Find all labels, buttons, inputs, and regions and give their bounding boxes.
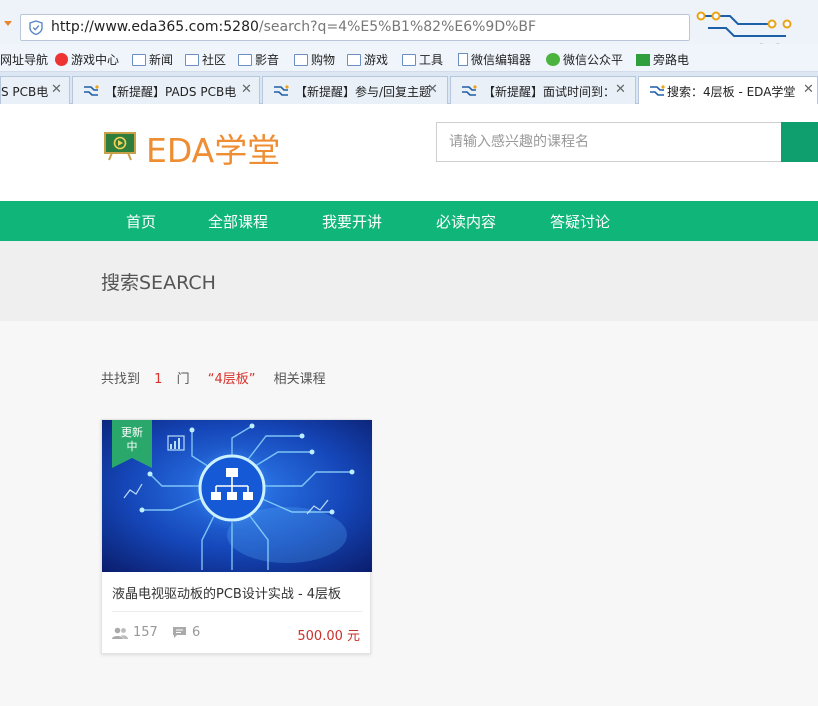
bookmark-label: 网址导航 xyxy=(0,53,49,67)
close-icon[interactable]: ✕ xyxy=(51,82,62,97)
bookmark-wechat-platform[interactable]: 微信公众平 xyxy=(546,51,623,68)
tab-label: 【新提醒】面试时间到： xyxy=(483,85,616,99)
result-unit: 门 xyxy=(176,372,190,387)
bookmark-community[interactable]: 社区 xyxy=(185,51,226,68)
close-icon[interactable]: ✕ xyxy=(803,82,814,97)
users-icon xyxy=(112,627,128,639)
card-divider xyxy=(112,611,362,612)
course-search-input[interactable] xyxy=(436,122,782,162)
nav-item-home[interactable]: 首页 xyxy=(126,211,156,232)
close-icon[interactable]: ✕ xyxy=(241,82,252,97)
game-center-icon xyxy=(55,53,68,66)
bookmark-label: 新闻 xyxy=(149,53,174,67)
search-results: 共找到 1 门 “4层板” 相关课程 更新 中 液晶电视驱动板的PCB设计实战 … xyxy=(0,321,818,706)
course-title[interactable]: 液晶电视驱动板的PCB设计实战 - 4层板 xyxy=(112,583,341,602)
url-text: http://www.eda365.com:5280/search?q=4%E5… xyxy=(51,19,536,35)
students-count: 157 xyxy=(112,625,158,640)
bookmark-nav[interactable]: 网址导航 xyxy=(0,51,48,68)
document-icon xyxy=(458,53,468,66)
folder-icon xyxy=(238,53,252,66)
eda-favicon-icon xyxy=(84,85,99,96)
bookmark-label: 购物 xyxy=(311,53,336,67)
course-price: 500.00 元 xyxy=(297,629,360,644)
blackboard-logo-icon[interactable] xyxy=(104,131,136,161)
tab-interview[interactable]: 【新提醒】面试时间到： ✕ xyxy=(450,76,636,104)
folder-icon xyxy=(294,53,308,66)
tab-search-active[interactable]: 搜索：4层板 - EDA学堂 ✕ xyxy=(638,76,818,105)
page-title: 搜索SEARCH xyxy=(101,272,216,294)
search-button[interactable] xyxy=(781,122,818,162)
tab-participate[interactable]: 【新提醒】参与/回复主题 ✕ xyxy=(262,76,448,104)
comments-value: 6 xyxy=(192,625,201,640)
url-host: http://www.eda365.com:5280 xyxy=(51,19,259,35)
wechat-icon xyxy=(546,53,560,66)
eda-favicon-icon xyxy=(274,85,289,96)
update-badge: 更新中 xyxy=(121,426,143,453)
tab-label: 【新提醒】参与/回复主题 xyxy=(295,85,432,99)
bookmark-label: 微信公众平 xyxy=(563,53,624,67)
folder-icon xyxy=(347,53,361,66)
bookmark-label: 游戏 xyxy=(364,53,389,67)
folder-icon xyxy=(402,53,416,66)
bookmark-bypass[interactable]: 旁路电 xyxy=(636,51,689,68)
bookmark-media[interactable]: 影音 xyxy=(238,51,279,68)
result-query: “4层板” xyxy=(207,372,256,387)
tab-label: 【新提醒】PADS PCB电 xyxy=(105,85,237,99)
shield-icon xyxy=(29,20,43,35)
url-path: /search?q=4%E5%B1%82%E6%9D%BF xyxy=(258,19,537,35)
nav-item-teach[interactable]: 我要开讲 xyxy=(322,211,382,232)
bookmark-label: 旁路电 xyxy=(653,53,690,67)
url-field[interactable]: http://www.eda365.com:5280/search?q=4%E5… xyxy=(20,14,690,41)
result-count: 1 xyxy=(154,372,163,387)
close-icon[interactable]: ✕ xyxy=(615,82,626,97)
eda-favicon-icon xyxy=(462,85,477,96)
bookmark-label: 工具 xyxy=(419,53,444,67)
tab-label: S PCB电 xyxy=(1,85,49,99)
eda-favicon-icon xyxy=(650,85,665,96)
folder-icon xyxy=(132,53,146,66)
comment-icon xyxy=(173,627,186,638)
bookmark-tools[interactable]: 工具 xyxy=(402,51,443,68)
comments-count: 6 xyxy=(172,625,200,640)
bookmark-label: 游戏中心 xyxy=(71,53,120,67)
search-banner: 搜索SEARCH xyxy=(0,241,818,321)
green-square-icon xyxy=(636,53,650,66)
site-logo-text[interactable]: EDA学堂 xyxy=(146,124,280,172)
tab-label: 搜索：4层板 - EDA学堂 xyxy=(667,85,796,99)
result-prefix: 共找到 xyxy=(101,372,141,387)
bookmark-label: 社区 xyxy=(202,53,227,67)
nav-item-must-read[interactable]: 必读内容 xyxy=(436,211,496,232)
course-card[interactable]: 更新中 液晶电视驱动板的PCB设计实战 - 4层板 157 6 500.00 元 xyxy=(101,419,372,654)
site-header: EDA学堂 xyxy=(0,104,818,201)
close-icon[interactable]: ✕ xyxy=(427,82,438,97)
result-suffix: 相关课程 xyxy=(273,372,326,387)
bookmark-news[interactable]: 新闻 xyxy=(132,51,173,68)
bookmarks-bar: 网址导航 游戏中心 新闻 社区 影音 购物 游戏 工具 微信编辑器 微信公众平 … xyxy=(0,44,818,72)
nav-item-qa[interactable]: 答疑讨论 xyxy=(550,211,610,232)
folder-icon xyxy=(185,53,199,66)
result-summary: 共找到 1 门 “4层板” 相关课程 xyxy=(101,368,326,387)
nav-item-all-courses[interactable]: 全部课程 xyxy=(208,211,268,232)
circuit-trace-icon xyxy=(696,11,792,37)
bookmark-shopping[interactable]: 购物 xyxy=(294,51,335,68)
tab-pcb-1[interactable]: S PCB电 ✕ xyxy=(0,76,70,104)
bookmark-wechat-editor[interactable]: 微信编辑器 xyxy=(458,51,531,68)
dropdown-arrow-icon[interactable] xyxy=(4,21,12,26)
address-bar: http://www.eda365.com:5280/search?q=4%E5… xyxy=(0,0,818,69)
bookmark-label: 微信编辑器 xyxy=(471,53,532,67)
bookmark-label: 影音 xyxy=(255,53,280,67)
tab-pads-pcb[interactable]: 【新提醒】PADS PCB电 ✕ xyxy=(72,76,260,104)
tab-strip: S PCB电 ✕ 【新提醒】PADS PCB电 ✕ 【新提醒】参与/回复主题 ✕… xyxy=(0,72,818,105)
students-value: 157 xyxy=(133,625,158,640)
bookmark-game-center[interactable]: 游戏中心 xyxy=(55,51,119,68)
main-nav: 首页 全部课程 我要开讲 必读内容 答疑讨论 xyxy=(0,201,818,241)
bookmark-games[interactable]: 游戏 xyxy=(347,51,388,68)
